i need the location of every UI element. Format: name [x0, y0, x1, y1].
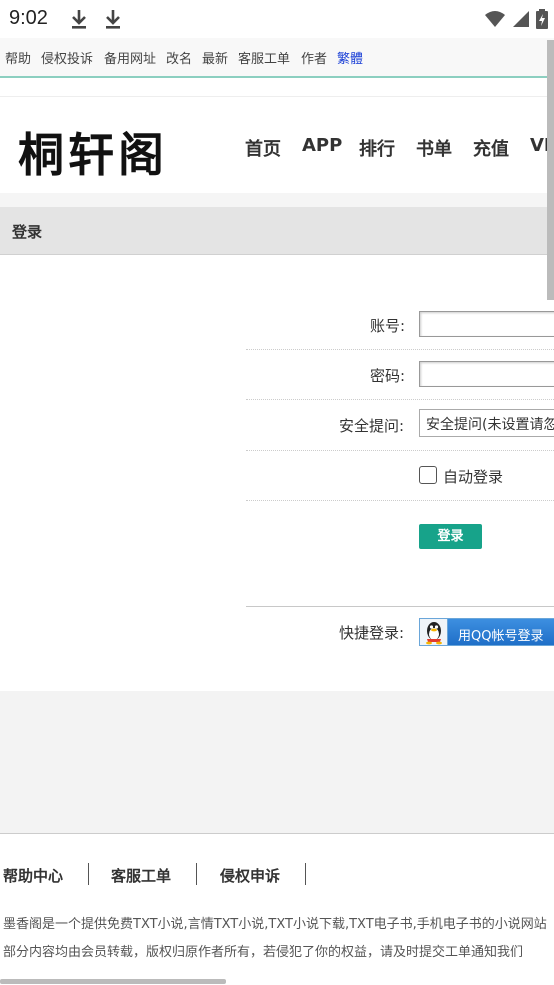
toplink-latest[interactable]: 最新: [202, 48, 228, 67]
footer-divider: [305, 863, 306, 885]
nav-home[interactable]: 首页: [245, 135, 281, 161]
row-divider: [246, 450, 554, 451]
wifi-icon: [485, 11, 505, 27]
row-divider: [246, 349, 554, 350]
footer-divider: [88, 863, 89, 885]
horizontal-scrollbar[interactable]: [0, 979, 226, 984]
quick-login-divider: [246, 606, 554, 607]
toplink-traditional[interactable]: 繁體: [337, 48, 363, 67]
login-title: 登录: [12, 223, 43, 241]
row-divider: [246, 500, 554, 501]
security-question-label: 安全提问:: [339, 417, 405, 435]
nav-ranking[interactable]: 排行: [359, 135, 395, 161]
login-button[interactable]: 登录: [419, 524, 482, 549]
login-title-bar: 登录: [0, 207, 554, 255]
footer-help-center[interactable]: 帮助中心: [3, 865, 63, 886]
footer-description: 墨香阁是一个提供免费TXT小说,言情TXT小说,TXT小说下载,TXT电子书,手…: [3, 917, 547, 932]
footer-infringement[interactable]: 侵权申诉: [220, 865, 280, 886]
footer-copyright: 部分内容均由会员转载，版权归原作者所有，若侵犯了你的权益，请及时提交工单通知我们: [3, 945, 524, 960]
account-label: 账号:: [370, 317, 406, 335]
header-gap: [0, 193, 554, 207]
toplink-support-ticket[interactable]: 客服工单: [238, 48, 290, 67]
vertical-scrollbar[interactable]: [547, 40, 554, 300]
download-icon: [72, 10, 86, 29]
toplink-author[interactable]: 作者: [301, 48, 327, 67]
qq-penguin-icon: [420, 619, 448, 645]
site-footer: 帮助中心 客服工单 侵权申诉 墨香阁是一个提供免费TXT小说,言情TXT小说,T…: [0, 835, 554, 985]
toplink-backup-url[interactable]: 备用网址: [104, 48, 156, 67]
battery-icon: [536, 9, 548, 29]
auto-login-label[interactable]: 自动登录: [443, 466, 503, 487]
security-question-select[interactable]: 安全提问(未设置请忽略): [419, 409, 554, 437]
password-label: 密码:: [370, 367, 406, 385]
password-input[interactable]: [419, 361, 554, 387]
toplink-rename[interactable]: 改名: [166, 48, 192, 67]
footer-support-ticket[interactable]: 客服工单: [111, 865, 171, 886]
status-time: 9:02: [9, 7, 48, 29]
auto-login-checkbox[interactable]: [419, 466, 437, 484]
toplink-help[interactable]: 帮助: [5, 48, 31, 67]
signal-icon: [513, 11, 529, 27]
nav-booklist[interactable]: 书单: [416, 135, 452, 161]
nav-app[interactable]: APP: [302, 135, 342, 156]
toplink-infringement[interactable]: 侵权投诉: [41, 48, 93, 67]
nav-recharge[interactable]: 充值: [473, 135, 509, 161]
row-divider: [246, 399, 554, 400]
quick-login-label: 快捷登录:: [339, 624, 405, 642]
qq-login-button[interactable]: 用QQ帐号登录: [419, 618, 554, 646]
status-bar: 9:02: [0, 0, 554, 38]
site-header: 桐轩阁 首页 APP 排行 书单 充值 VIP: [0, 96, 554, 193]
top-links-bar: 帮助 侵权投诉 备用网址 改名 最新 客服工单 作者 繁體: [0, 38, 554, 78]
site-logo[interactable]: 桐轩阁: [18, 119, 168, 185]
account-input[interactable]: [419, 311, 554, 337]
content-spacer: [0, 691, 554, 834]
footer-divider: [196, 863, 197, 885]
qq-login-label: 用QQ帐号登录: [458, 629, 544, 644]
download-icon: [106, 10, 120, 29]
